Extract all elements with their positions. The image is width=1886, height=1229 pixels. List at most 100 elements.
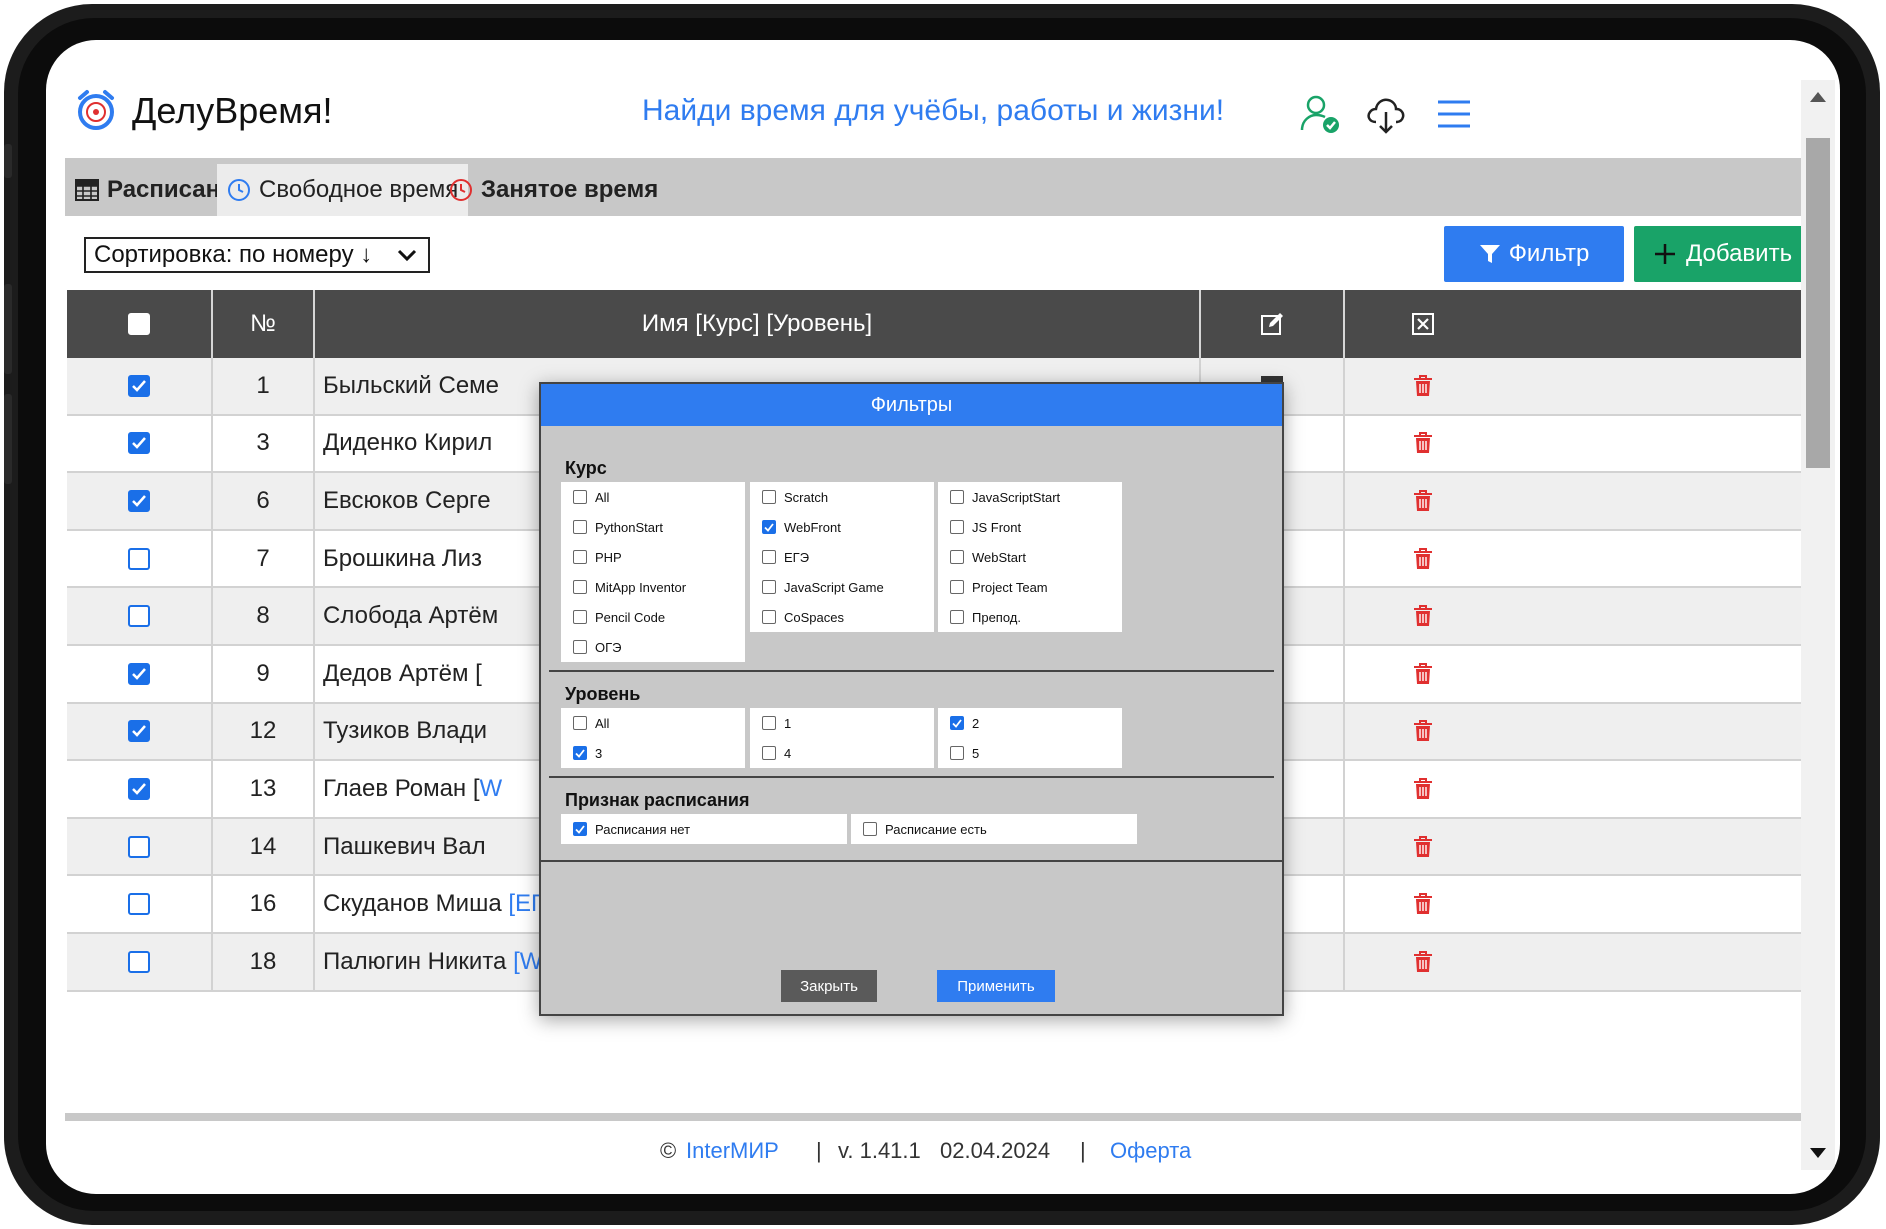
filter-checkbox[interactable] — [762, 550, 776, 564]
filter-checkbox[interactable] — [950, 580, 964, 594]
filter-checkbox[interactable] — [573, 490, 587, 504]
filter-option[interactable]: PythonStart — [561, 512, 745, 542]
scrollbar-thumb[interactable] — [1806, 138, 1830, 468]
cloud-download-icon[interactable] — [1364, 92, 1408, 136]
filter-checkbox[interactable] — [573, 716, 587, 730]
filter-option[interactable]: 5 — [938, 738, 1122, 768]
header-name[interactable]: Имя [Курс] [Уровень] — [315, 290, 1199, 358]
scroll-down-arrow-icon[interactable] — [1810, 1148, 1826, 1158]
footer-version: v. 1.41.1 — [838, 1138, 921, 1163]
footer-company-link[interactable]: InterМИР — [686, 1138, 779, 1164]
filter-checkbox[interactable] — [762, 580, 776, 594]
filter-option[interactable]: PHP — [561, 542, 745, 572]
filter-checkbox[interactable] — [762, 716, 776, 730]
filter-option[interactable]: Препод. — [938, 602, 1122, 632]
trash-icon[interactable] — [1413, 605, 1433, 627]
filter-option-label: Расписания нет — [595, 821, 691, 837]
filter-button[interactable]: Фильтр — [1444, 226, 1624, 282]
apply-button[interactable]: Применить — [937, 970, 1055, 1002]
select-all-checkbox[interactable] — [128, 313, 150, 335]
filter-checkbox[interactable] — [573, 746, 587, 760]
filter-option[interactable]: 3 — [561, 738, 745, 768]
row-delete-cell — [1345, 358, 1501, 414]
filter-checkbox[interactable] — [762, 610, 776, 624]
clock-red-icon — [450, 179, 472, 201]
filter-checkbox[interactable] — [950, 520, 964, 534]
tab-free-time[interactable]: Свободное время — [217, 164, 469, 216]
filter-option[interactable]: WebFront — [750, 512, 934, 542]
row-checkbox[interactable] — [128, 835, 150, 858]
sort-select[interactable]: Сортировка: по номеру ↓ — [84, 237, 430, 273]
filter-checkbox[interactable] — [573, 610, 587, 624]
filter-option[interactable]: Расписания нет — [561, 814, 847, 844]
scroll-up-arrow-icon[interactable] — [1810, 92, 1826, 102]
alarm-clock-logo-icon[interactable] — [74, 88, 118, 132]
tab-busy-time[interactable]: Занятое время — [439, 164, 668, 216]
trash-icon[interactable] — [1413, 950, 1433, 973]
filter-option[interactable]: WebStart — [938, 542, 1122, 572]
trash-icon[interactable] — [1413, 489, 1433, 512]
filter-option[interactable]: 1 — [750, 708, 934, 738]
row-checkbox[interactable] — [128, 720, 150, 743]
row-checkbox[interactable] — [128, 662, 150, 685]
filter-option-label: All — [595, 715, 610, 731]
filter-checkbox[interactable] — [762, 520, 776, 534]
filter-checkbox[interactable] — [573, 822, 587, 836]
filter-option[interactable]: 2 — [938, 708, 1122, 738]
course-link[interactable]: W — [480, 775, 503, 803]
filter-checkbox[interactable] — [950, 550, 964, 564]
filter-checkbox[interactable] — [573, 580, 587, 594]
trash-icon[interactable] — [1413, 777, 1433, 800]
filter-option[interactable]: CoSpaces — [750, 602, 934, 632]
trash-icon[interactable] — [1413, 432, 1433, 454]
filter-checkbox[interactable] — [573, 640, 587, 654]
filter-option[interactable]: ОГЭ — [561, 632, 745, 662]
row-checkbox[interactable] — [128, 489, 150, 512]
filter-checkbox[interactable] — [950, 490, 964, 504]
trash-icon[interactable] — [1413, 893, 1433, 915]
hamburger-menu-icon[interactable] — [1432, 92, 1476, 136]
trash-icon[interactable] — [1413, 547, 1433, 570]
row-checkbox[interactable] — [128, 893, 150, 916]
user-verified-icon[interactable] — [1298, 92, 1342, 136]
header-number[interactable]: № — [213, 290, 313, 358]
filter-checkbox[interactable] — [950, 746, 964, 760]
app-title[interactable]: ДелуВремя! — [132, 90, 333, 132]
row-checkbox[interactable] — [128, 432, 150, 455]
footer-offer-link[interactable]: Оферта — [1110, 1138, 1191, 1164]
trash-icon[interactable] — [1413, 374, 1433, 397]
row-checkbox[interactable] — [128, 777, 150, 800]
filter-checkbox[interactable] — [863, 822, 877, 836]
filter-checkbox[interactable] — [762, 490, 776, 504]
filter-option[interactable]: MitApp Inventor — [561, 572, 745, 602]
row-checkbox[interactable] — [128, 547, 150, 570]
chevron-down-icon — [397, 249, 417, 262]
row-checkbox[interactable] — [128, 605, 150, 628]
filter-checkbox[interactable] — [762, 746, 776, 760]
page-scrollbar[interactable] — [1801, 80, 1835, 1170]
filter-checkbox[interactable] — [573, 520, 587, 534]
filter-option[interactable]: All — [561, 482, 745, 512]
filter-option[interactable]: Расписание есть — [851, 814, 1137, 844]
filter-option[interactable]: 4 — [750, 738, 934, 768]
row-number: 14 — [249, 832, 277, 860]
filter-option[interactable]: JavaScript Game — [750, 572, 934, 602]
add-button[interactable]: Добавить — [1634, 226, 1801, 282]
filter-option[interactable]: ЕГЭ — [750, 542, 934, 572]
trash-icon[interactable] — [1413, 835, 1433, 858]
filter-option[interactable]: Project Team — [938, 572, 1122, 602]
filter-option[interactable]: All — [561, 708, 745, 738]
trash-icon[interactable] — [1413, 662, 1433, 685]
filter-option[interactable]: JS Front — [938, 512, 1122, 542]
trash-icon[interactable] — [1413, 720, 1433, 742]
filter-option[interactable]: Scratch — [750, 482, 934, 512]
student-name: Диденко Кирил — [323, 429, 493, 457]
filter-checkbox[interactable] — [950, 716, 964, 730]
filter-checkbox[interactable] — [950, 610, 964, 624]
close-button[interactable]: Закрыть — [781, 970, 877, 1002]
filter-checkbox[interactable] — [573, 550, 587, 564]
row-checkbox[interactable] — [128, 374, 150, 397]
filter-option[interactable]: JavaScriptStart — [938, 482, 1122, 512]
row-checkbox[interactable] — [128, 950, 150, 973]
filter-option[interactable]: Pencil Code — [561, 602, 745, 632]
